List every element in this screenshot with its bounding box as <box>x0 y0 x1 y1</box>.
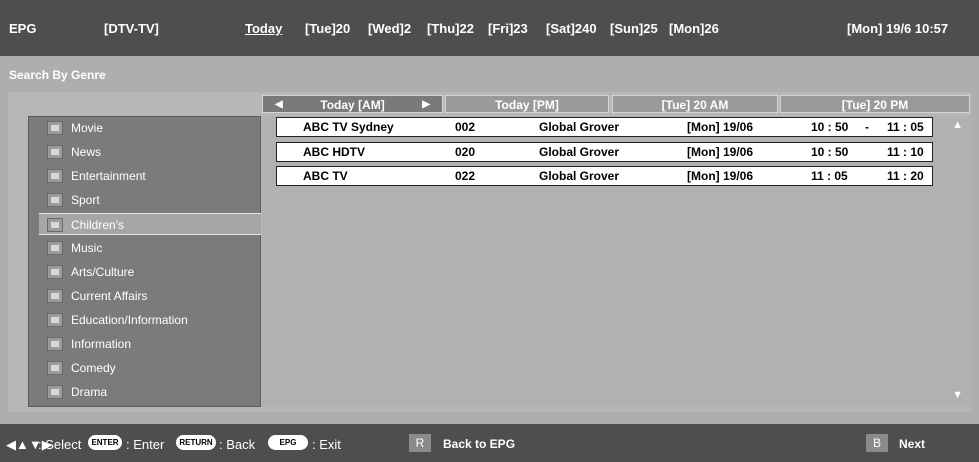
end-time: 11 : 10 <box>887 145 924 159</box>
day-tab-sun[interactable]: [Sun]25 <box>610 21 658 36</box>
table-row[interactable]: ABC TV 022 Global Grover [Mon] 19/06 11 … <box>276 166 933 186</box>
day-tab-wed[interactable]: [Wed]2 <box>368 21 411 36</box>
day-tab-mon[interactable]: [Mon]26 <box>669 21 719 36</box>
program-title: Global Grover <box>539 169 620 183</box>
genre-label: News <box>71 145 102 159</box>
sport-icon <box>47 193 63 207</box>
page-title: Search By Genre <box>9 68 106 82</box>
genre-item-education[interactable]: Education/Information <box>39 309 261 331</box>
genre-label: Arts/Culture <box>71 265 135 279</box>
news-icon <box>47 145 63 159</box>
tab-today-pm[interactable]: Today [PM] <box>445 95 609 113</box>
genre-label: Children's <box>71 218 124 232</box>
entertainment-icon <box>47 169 63 183</box>
end-time: 11 : 20 <box>887 169 924 183</box>
top-bar: EPG [DTV-TV] Today [Tue]20 [Wed]2 [Thu]2… <box>0 0 979 56</box>
information-icon <box>47 337 63 351</box>
table-row[interactable]: ABC HDTV 020 Global Grover [Mon] 19/06 1… <box>276 142 933 162</box>
start-time: 10 : 50 <box>811 120 849 134</box>
enter-key-icon: ENTER <box>88 435 122 450</box>
genre-item-entertainment[interactable]: Entertainment <box>39 165 261 187</box>
drama-icon <box>47 385 63 399</box>
next-button[interactable]: Next <box>899 437 925 451</box>
return-key-icon: RETURN <box>176 435 216 450</box>
r-key-icon: R <box>409 434 431 452</box>
genre-item-current-affairs[interactable]: Current Affairs <box>39 285 261 307</box>
day-tab-thu[interactable]: [Thu]22 <box>427 21 474 36</box>
scroll-up-icon[interactable]: ▲ <box>952 119 963 131</box>
app-label: EPG <box>9 21 37 36</box>
movie-icon <box>47 121 63 135</box>
exit-hint: : Exit <box>312 437 341 452</box>
scroll-down-icon[interactable]: ▼ <box>952 389 963 401</box>
channel-number: 020 <box>455 145 476 159</box>
genre-item-information[interactable]: Information <box>39 333 261 355</box>
program-date: [Mon] 19/06 <box>687 120 754 134</box>
genre-item-sport[interactable]: Sport <box>39 189 261 211</box>
end-time: 11 : 05 <box>887 120 924 134</box>
tab-label: Today [PM] <box>495 98 559 112</box>
music-icon <box>47 241 63 255</box>
channel-number: 022 <box>455 169 476 183</box>
table-row[interactable]: ABC TV Sydney 002 Global Grover [Mon] 19… <box>276 117 933 137</box>
day-tab-sat[interactable]: [Sat]240 <box>546 21 597 36</box>
genre-item-music[interactable]: Music <box>39 237 261 259</box>
results-panel: ABC TV Sydney 002 Global Grover [Mon] 19… <box>262 116 971 407</box>
genre-label: Information <box>71 337 132 351</box>
current-affairs-icon <box>47 289 63 303</box>
select-hint: : Select <box>38 437 82 452</box>
genre-item-movie[interactable]: Movie <box>39 117 261 139</box>
program-title: Global Grover <box>539 120 620 134</box>
genre-item-news[interactable]: News <box>39 141 261 163</box>
channel-name: ABC TV Sydney <box>303 120 394 134</box>
tab-label: Today [AM] <box>320 98 385 112</box>
genre-label: Current Affairs <box>71 289 148 303</box>
program-title: Global Grover <box>539 145 620 159</box>
arts-icon <box>47 265 63 279</box>
bottom-bar: ◀▲▼▶ : Select ENTER : Enter RETURN : Bac… <box>0 424 979 462</box>
time-separator: - <box>865 120 869 134</box>
back-hint: : Back <box>219 437 256 452</box>
start-time: 10 : 50 <box>811 145 849 159</box>
b-key-icon: B <box>866 434 888 452</box>
tab-tue-pm[interactable]: [Tue] 20 PM <box>780 95 970 113</box>
current-datetime: [Mon] 19/6 10:57 <box>847 21 949 36</box>
genre-item-arts[interactable]: Arts/Culture <box>39 261 261 283</box>
genre-item-children[interactable]: Children's <box>39 213 261 235</box>
tab-today-am[interactable]: ◀ Today [AM] ▶ <box>262 95 443 113</box>
genre-label: Comedy <box>71 361 116 375</box>
enter-hint: : Enter <box>126 437 165 452</box>
day-tab-today[interactable]: Today <box>245 21 282 36</box>
channel-name: ABC HDTV <box>303 145 365 159</box>
day-tab-fri[interactable]: [Fri]23 <box>488 21 528 36</box>
genre-item-comedy[interactable]: Comedy <box>39 357 261 379</box>
tab-tue-am[interactable]: [Tue] 20 AM <box>612 95 778 113</box>
genre-item-drama[interactable]: Drama <box>39 381 261 403</box>
epg-key-icon: EPG <box>268 435 308 450</box>
arrow-right-icon[interactable]: ▶ <box>422 96 430 114</box>
genre-label: Entertainment <box>71 169 146 183</box>
genre-label: Music <box>71 241 103 255</box>
comedy-icon <box>47 361 63 375</box>
arrow-left-icon[interactable]: ◀ <box>275 96 283 114</box>
genre-label: Sport <box>71 193 100 207</box>
day-tab-tue[interactable]: [Tue]20 <box>305 21 350 36</box>
channel-number: 002 <box>455 120 476 134</box>
source-label: [DTV-TV] <box>104 21 159 36</box>
back-to-epg-button[interactable]: Back to EPG <box>443 437 515 451</box>
children-icon <box>47 218 63 232</box>
program-date: [Mon] 19/06 <box>687 145 754 159</box>
education-icon <box>47 313 63 327</box>
tab-label: [Tue] 20 PM <box>841 98 909 112</box>
genre-label: Education/Information <box>71 313 188 327</box>
genre-list: Movie News Entertainment Sport Children'… <box>28 116 261 407</box>
start-time: 11 : 05 <box>811 169 848 183</box>
genre-label: Drama <box>71 385 108 399</box>
program-date: [Mon] 19/06 <box>687 169 754 183</box>
channel-name: ABC TV <box>303 169 348 183</box>
tab-label: [Tue] 20 AM <box>661 98 729 112</box>
genre-label: Movie <box>71 121 104 135</box>
